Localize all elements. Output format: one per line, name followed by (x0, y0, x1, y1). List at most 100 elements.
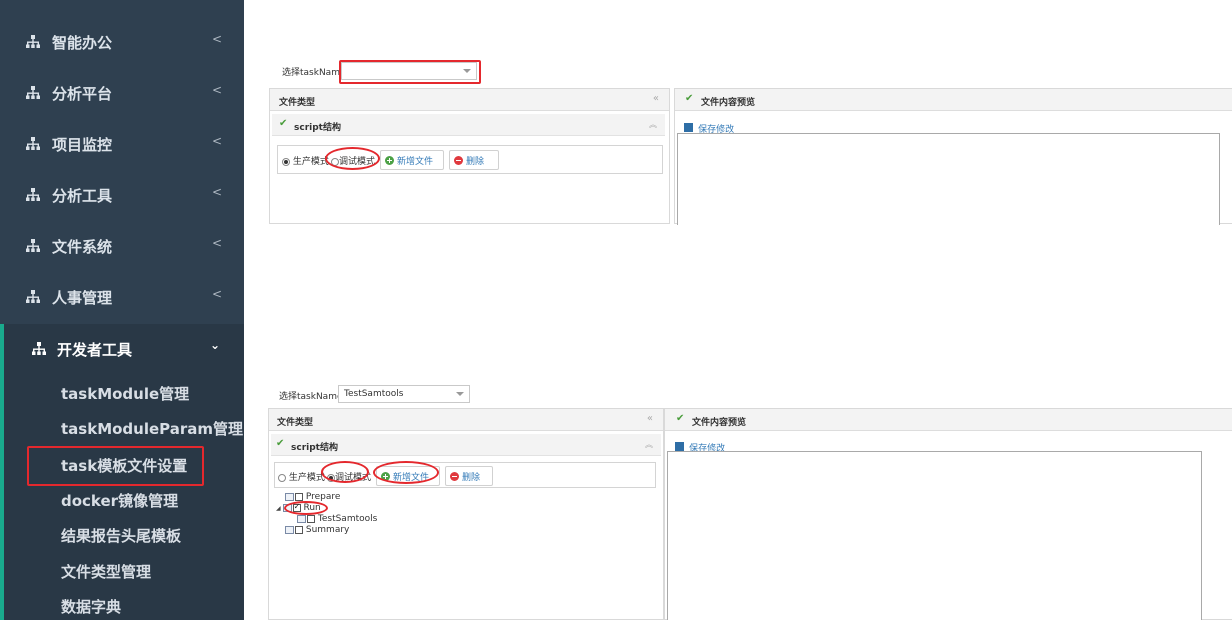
tree-node-label: TestSamtools (317, 514, 378, 524)
delete-button[interactable]: 删除 (445, 466, 493, 486)
check-icon: ✔ (279, 118, 288, 129)
file-icon (285, 492, 294, 501)
sidebar-item-analysis-platform[interactable]: 分析平台 < (0, 68, 244, 118)
tree-node-label: Summary (305, 525, 350, 535)
file-preview-panel: ✔ 文件内容预览 保存修改 (664, 408, 1232, 620)
file-icon (297, 514, 306, 523)
sidebar-item-smart-office[interactable]: 智能办公 < (0, 17, 244, 67)
bottom-screenshot: 选择taskName TestSamtools 文件类型 « ✔ script结… (244, 376, 1232, 620)
panel-title: 文件内容预览 (692, 418, 747, 428)
check-icon: ✔ (676, 413, 685, 424)
collapse-up-icon[interactable]: ︽ (645, 439, 653, 450)
script-structure-header: ✔ script结构 ︽ (271, 434, 661, 456)
sidebar-item-developer-tools[interactable]: 开发者工具 ⌄ (4, 324, 244, 374)
save-icon (684, 123, 693, 132)
script-structure-title: script结构 (294, 123, 341, 133)
delete-label: 删除 (462, 472, 481, 483)
highlight-oval (325, 147, 380, 170)
highlight-box (27, 446, 204, 486)
sitemap-icon (26, 35, 40, 48)
panel-title: 文件类型 (277, 418, 314, 428)
select-taskname-label: 选择taskName (282, 68, 346, 78)
highlight-box (339, 60, 481, 84)
file-content-editor[interactable] (667, 451, 1202, 620)
checkbox-icon[interactable] (295, 525, 303, 534)
panel-title: 文件类型 (279, 98, 316, 108)
minus-circle-icon (454, 155, 463, 165)
save-icon (675, 442, 684, 451)
panel-header: ✔ 文件内容预览 (665, 409, 1232, 431)
delete-button[interactable]: 删除 (449, 150, 499, 170)
chevron-down-icon: ⌄ (210, 338, 221, 352)
sidebar-subitem-report-template[interactable]: 结果报告头尾模板 (61, 525, 181, 546)
radio-production[interactable]: 生产模式 (278, 470, 325, 483)
script-structure-header: ✔ script结构 ︽ (272, 114, 665, 136)
sitemap-icon (26, 137, 40, 150)
sidebar-item-label: 人事管理 (52, 289, 113, 307)
sidebar-subitem-file-type[interactable]: 文件类型管理 (61, 561, 151, 582)
collapse-left-icon[interactable]: « (647, 413, 653, 424)
check-icon: ✔ (276, 438, 285, 449)
radio-production[interactable]: 生产模式 (282, 154, 329, 167)
add-file-label: 新增文件 (397, 156, 434, 167)
chevron-left-icon: < (212, 134, 223, 148)
chevron-left-icon: < (212, 236, 223, 250)
panel-header: 文件类型 « (269, 409, 663, 431)
file-type-panel: 文件类型 « ✔ script结构 ︽ 生产模式 调试模式 新增文件 删除 (268, 408, 664, 620)
file-content-editor[interactable] (677, 133, 1220, 225)
sidebar-item-project-monitor[interactable]: 项目监控 < (0, 119, 244, 169)
sidebar-item-label: 项目监控 (52, 136, 113, 154)
radio-icon (278, 473, 286, 482)
sidebar-item-analysis-tools[interactable]: 分析工具 < (0, 170, 244, 220)
sidebar-subitem-taskmoduleparam[interactable]: taskModuleParam管理 (61, 418, 243, 439)
highlight-oval (321, 461, 369, 483)
sidebar-item-file-system[interactable]: 文件系统 < (0, 221, 244, 271)
panel-header: 文件类型 « (270, 89, 669, 111)
sitemap-icon (26, 290, 40, 303)
collapse-up-icon[interactable]: ︽ (649, 119, 657, 130)
sitemap-icon (26, 86, 40, 99)
sidebar-subitem-docker[interactable]: docker镜像管理 (61, 490, 178, 511)
minus-circle-icon (450, 471, 459, 481)
checkbox-icon[interactable] (295, 492, 303, 501)
tree-node-testsamtools[interactable]: TestSamtools (297, 514, 377, 524)
highlight-oval (373, 461, 439, 484)
sidebar-item-label: 开发者工具 (57, 341, 133, 359)
add-file-button[interactable]: 新增文件 (380, 150, 444, 170)
chevron-left-icon: < (212, 287, 223, 301)
chevron-left-icon: < (212, 32, 223, 46)
sidebar-item-label: 分析平台 (52, 85, 113, 103)
sidebar-item-label: 文件系统 (52, 238, 113, 256)
radio-production-label: 生产模式 (292, 157, 329, 167)
sidebar-subitem-taskmodule[interactable]: taskModule管理 (61, 383, 189, 404)
file-preview-panel: ✔ 文件内容预览 保存修改 (674, 88, 1232, 225)
radio-production-label: 生产模式 (288, 473, 325, 483)
plus-circle-icon (385, 155, 394, 165)
panel-title: 文件内容预览 (701, 98, 756, 108)
sitemap-icon (32, 342, 46, 355)
file-type-panel: 文件类型 « ✔ script结构 ︽ 生产模式 调试模式 新增文件 删除 (269, 88, 670, 224)
sidebar-item-hr[interactable]: 人事管理 < (0, 272, 244, 322)
tree-node-summary[interactable]: Summary (285, 525, 349, 535)
top-screenshot: 选择taskName 文件类型 « ✔ script结构 ︽ 生产模式 调试模式 (244, 0, 1232, 225)
sitemap-icon (26, 188, 40, 201)
sitemap-icon (26, 239, 40, 252)
chevron-left-icon: < (212, 185, 223, 199)
taskname-select-value: TestSamtools (344, 389, 404, 399)
sidebar: 智能办公 < 分析平台 < 项目监控 < 分析工具 < 文件系统 < 人事管理 … (0, 0, 244, 620)
check-icon: ✔ (685, 93, 694, 104)
chevron-left-icon: < (212, 83, 223, 97)
checkbox-icon[interactable] (307, 514, 315, 523)
expand-arrow-icon[interactable]: ◢ (276, 505, 281, 512)
caret-down-icon (456, 392, 464, 396)
select-taskname-label: 选择taskName (279, 392, 343, 402)
sidebar-item-label: 智能办公 (52, 34, 113, 52)
panel-header: ✔ 文件内容预览 (675, 89, 1232, 111)
sidebar-subitem-dictionary[interactable]: 数据字典 (61, 596, 121, 617)
sidebar-item-label: 分析工具 (52, 187, 113, 205)
delete-label: 删除 (466, 156, 485, 167)
collapse-left-icon[interactable]: « (653, 93, 659, 104)
taskname-select[interactable]: TestSamtools (338, 385, 470, 403)
highlight-oval (284, 501, 328, 515)
file-icon (285, 525, 294, 534)
